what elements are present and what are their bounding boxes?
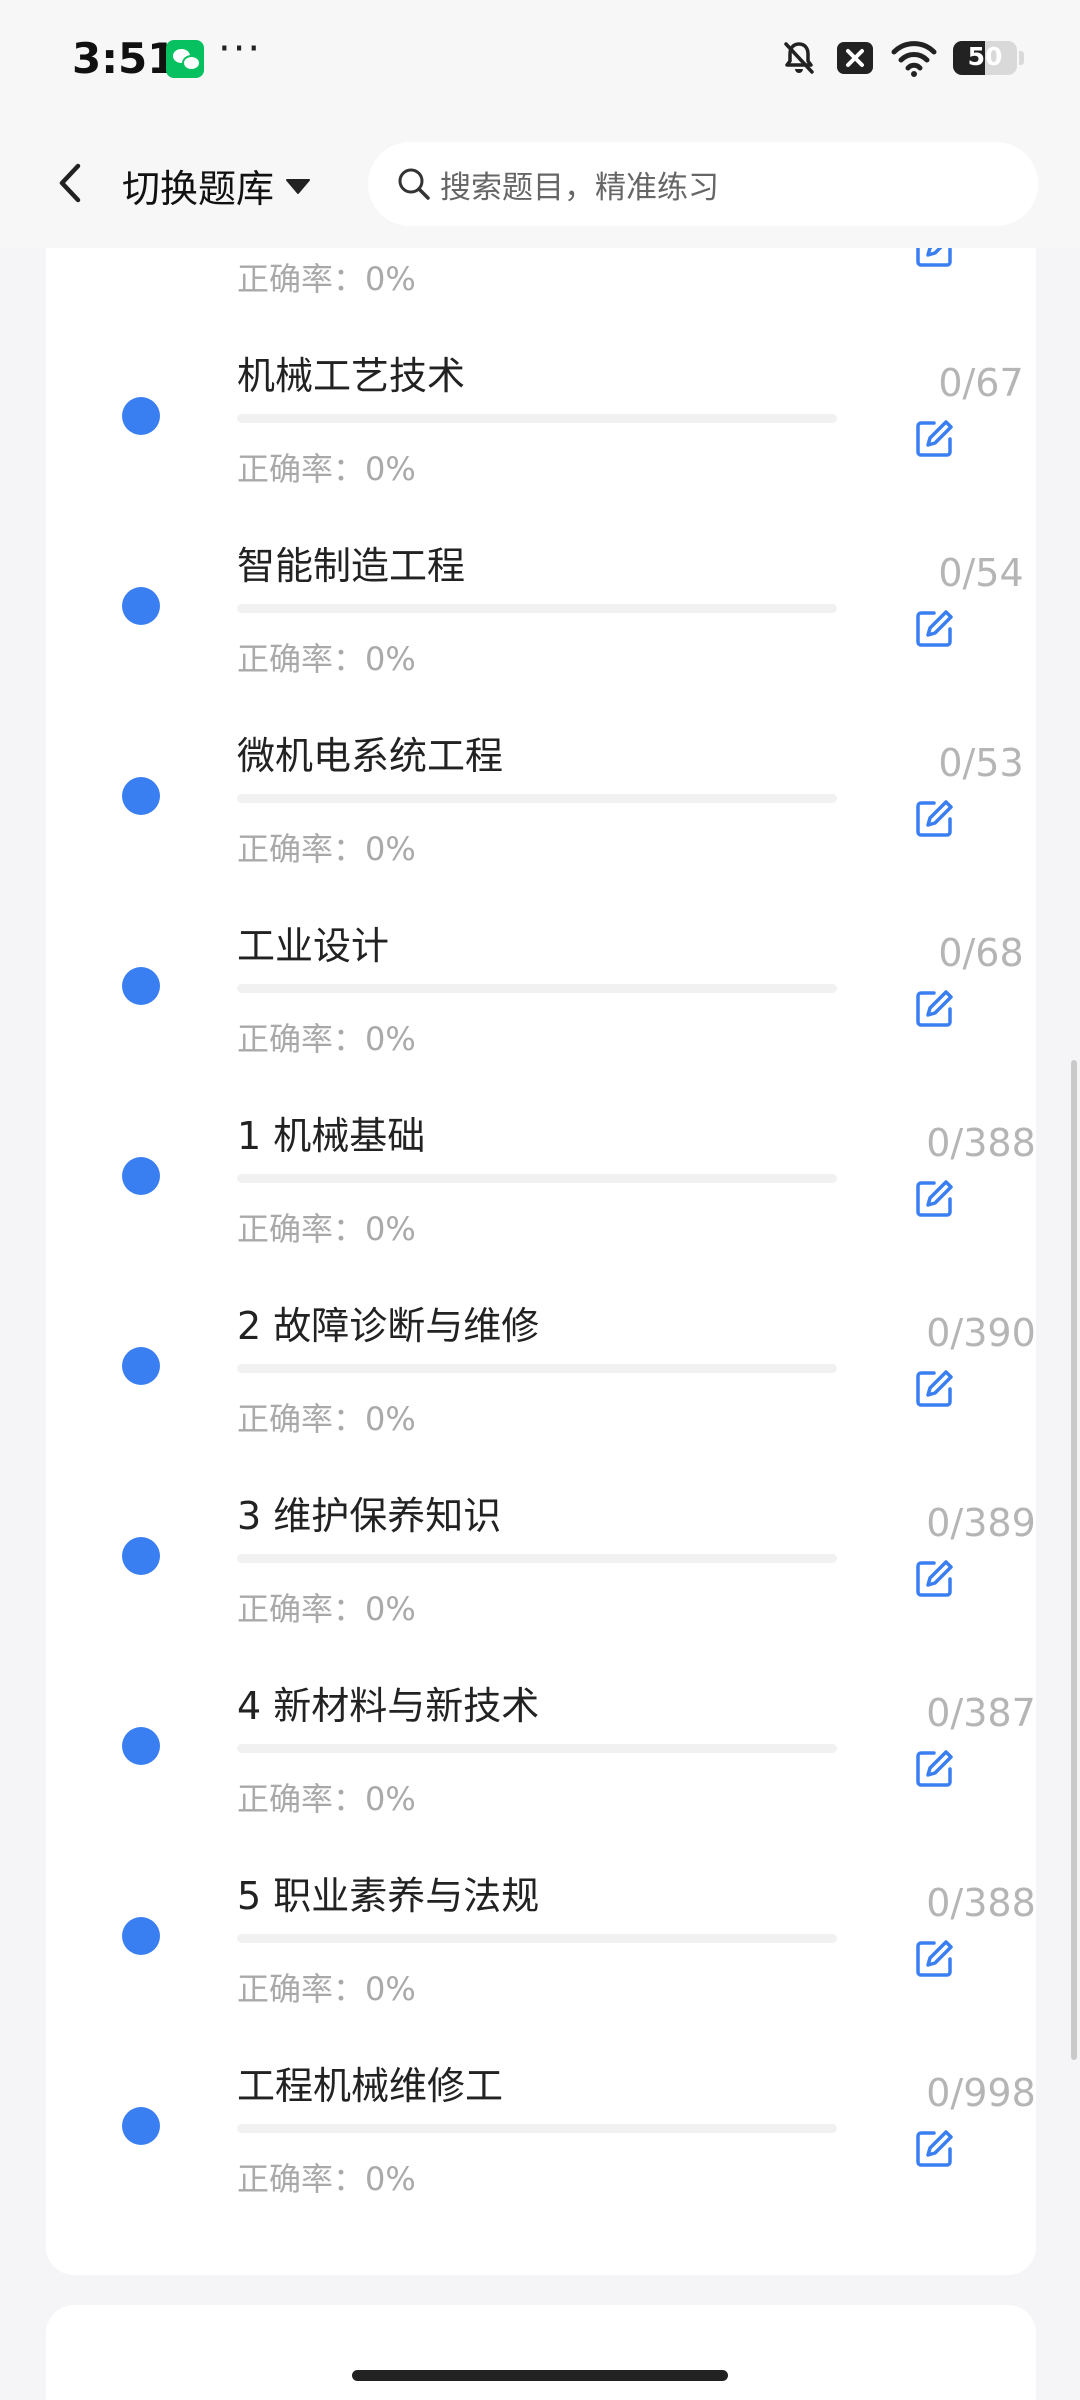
accuracy-text: 正确率：0%	[237, 1590, 416, 1628]
back-button[interactable]	[36, 148, 106, 218]
edit-icon[interactable]	[912, 2127, 956, 2171]
wifi-icon	[891, 41, 937, 77]
progress-count: 0/390	[926, 1311, 1036, 1355]
battery-icon: 50	[953, 41, 1017, 75]
top-bar: 切换题库 搜索题目，精准练习	[0, 118, 1080, 248]
caret-down-icon	[286, 178, 311, 194]
accuracy-text: 正确率：0%	[237, 640, 416, 678]
scrollbar[interactable]	[1071, 1060, 1077, 2060]
status-dot-icon	[122, 1347, 160, 1385]
accuracy-text: 正确率：0%	[237, 1780, 416, 1818]
status-dot-icon	[122, 967, 160, 1005]
progress-bar	[237, 794, 837, 803]
status-dot-icon	[122, 397, 160, 435]
item-title: 3 维护保养知识	[237, 1494, 502, 1538]
sim-blocked-icon	[837, 42, 873, 74]
question-bank-list: 正确率：0% 机械工艺技术 正确率：0% 0/67 智能制造工程 正确率：0% 0/54 微机…	[46, 200, 1036, 2275]
battery-level: 50	[967, 42, 1003, 71]
progress-count: 0/389	[926, 1501, 1036, 1545]
accuracy-text: 正确率：0%	[237, 1020, 416, 1058]
progress-count: 0/68	[938, 931, 1024, 975]
accuracy-text: 正确率：0%	[237, 1210, 416, 1248]
list-item[interactable]: 智能制造工程正确率：0% 0/54	[46, 497, 1036, 687]
status-dot-icon	[122, 2107, 160, 2145]
progress-count: 0/54	[938, 551, 1024, 595]
home-indicator[interactable]	[352, 2370, 728, 2381]
progress-bar	[237, 1554, 837, 1563]
progress-bar	[237, 1174, 837, 1183]
progress-bar	[237, 1744, 837, 1753]
progress-bar	[237, 1364, 837, 1373]
status-dot-icon	[122, 1537, 160, 1575]
list-item[interactable]: 4 新材料与新技术正确率：0% 0/387	[46, 1637, 1036, 1827]
progress-bar	[237, 2124, 837, 2133]
progress-count: 0/387	[926, 1691, 1036, 1735]
accuracy-text: 正确率：0%	[237, 1400, 416, 1438]
bell-muted-icon	[784, 42, 814, 74]
list-item[interactable]: 5 职业素养与法规正确率：0% 0/388	[46, 1827, 1036, 2017]
switch-bank-dropdown[interactable]: 切换题库	[122, 158, 312, 213]
edit-icon[interactable]	[912, 797, 956, 841]
switch-bank-label: 切换题库	[122, 167, 275, 211]
status-dot-icon	[122, 1727, 160, 1765]
progress-count: 0/388	[926, 1881, 1036, 1925]
status-dot-icon	[122, 1157, 160, 1195]
progress-bar	[237, 604, 837, 613]
item-title: 机械工艺技术	[237, 354, 466, 398]
status-bar: 3:51 ··· 50	[0, 0, 1080, 118]
wechat-notification-icon	[166, 40, 204, 78]
accuracy-text: 正确率：0%	[237, 1970, 416, 2008]
search-icon	[398, 168, 430, 200]
list-item[interactable]: 机械工艺技术正确率：0% 0/67	[46, 307, 1036, 497]
accuracy-text: 正确率：0%	[237, 830, 416, 868]
edit-icon[interactable]	[912, 1747, 956, 1791]
progress-count: 0/53	[938, 741, 1024, 785]
list-item[interactable]: 工业设计正确率：0% 0/68	[46, 877, 1036, 1067]
item-title: 工程机械维修工	[237, 2064, 504, 2108]
list-item[interactable]: 微机电系统工程正确率：0% 0/53	[46, 687, 1036, 877]
search-placeholder: 搜索题目，精准练习	[440, 169, 719, 206]
status-dot-icon	[122, 587, 160, 625]
accuracy-text: 正确率：0%	[237, 260, 416, 298]
status-icons: 50	[779, 38, 1024, 78]
status-time: 3:51	[72, 34, 177, 83]
progress-count: 0/998	[926, 2071, 1036, 2115]
progress-bar	[237, 1934, 837, 1943]
edit-icon[interactable]	[912, 1937, 956, 1981]
edit-icon[interactable]	[912, 987, 956, 1031]
status-dot-icon	[122, 1917, 160, 1955]
edit-icon[interactable]	[912, 1557, 956, 1601]
progress-bar	[237, 984, 837, 993]
accuracy-text: 正确率：0%	[237, 450, 416, 488]
progress-bar	[237, 414, 837, 423]
status-dot-icon	[122, 777, 160, 815]
edit-icon[interactable]	[912, 1367, 956, 1411]
search-input[interactable]: 搜索题目，精准练习	[368, 142, 1038, 226]
screen: 3:51 ··· 50 正确率：0% 机械工艺技术 正确率：0% 0/67 智能…	[0, 0, 1080, 2400]
item-title: 2 故障诊断与维修	[237, 1304, 540, 1348]
list-item[interactable]: 工程机械维修工正确率：0% 0/998	[46, 2017, 1036, 2207]
item-title: 1 机械基础	[237, 1114, 426, 1158]
item-title: 微机电系统工程	[237, 734, 504, 778]
item-title: 5 职业素养与法规	[237, 1874, 540, 1918]
next-section-card	[46, 2305, 1036, 2400]
accuracy-text: 正确率：0%	[237, 2160, 416, 2198]
more-notifications-icon: ···	[218, 26, 263, 72]
list-item[interactable]: 3 维护保养知识正确率：0% 0/389	[46, 1447, 1036, 1637]
edit-icon[interactable]	[912, 607, 956, 651]
list-item[interactable]: 2 故障诊断与维修正确率：0% 0/390	[46, 1257, 1036, 1447]
edit-icon[interactable]	[912, 417, 956, 461]
item-title: 智能制造工程	[237, 544, 466, 588]
item-title: 4 新材料与新技术	[237, 1684, 540, 1728]
edit-icon[interactable]	[912, 1177, 956, 1221]
progress-count: 0/67	[938, 361, 1024, 405]
list-item[interactable]: 1 机械基础正确率：0% 0/388	[46, 1067, 1036, 1257]
item-title: 工业设计	[237, 924, 390, 968]
progress-count: 0/388	[926, 1121, 1036, 1165]
